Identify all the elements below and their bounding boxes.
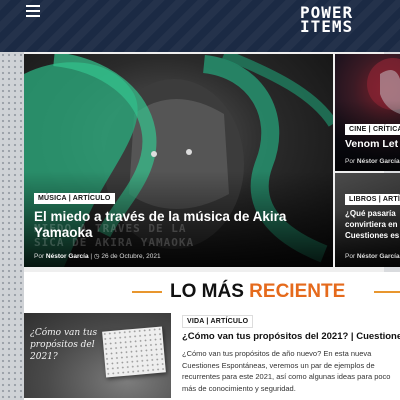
featured-article-card[interactable]: MIEDO A TRAVES DE LA SICA DE AKIRA YAMAO… (24, 54, 333, 267)
hero-author-link[interactable]: Néstor García (46, 253, 89, 260)
side-card-1-title[interactable]: Venom Let (345, 138, 398, 150)
clock-icon: ◷ (93, 253, 100, 260)
side-article-card-1[interactable]: CINE | CRÍTICA Venom Let Por Néstor Garc… (335, 54, 400, 171)
latest-section-header: LO MÁS RECIENTE (24, 272, 400, 312)
section-title: LO MÁS RECIENTE (170, 281, 346, 302)
side-card-1-category[interactable]: CINE | CRÍTICA (345, 124, 400, 135)
latest-post-title[interactable]: ¿Cómo van tus propósitos del 2021? | Cue… (182, 331, 400, 342)
left-pattern-strip (0, 52, 24, 400)
latest-post-list: ¿Cómo van tus propósitos del 2021? VIDA … (24, 312, 400, 400)
hamburger-menu-icon[interactable] (26, 5, 40, 17)
side-card-2-author[interactable]: Néstor García (357, 253, 400, 260)
site-logo[interactable]: POWER ITEMS (300, 5, 354, 36)
hero-title-link[interactable]: El miedo a través de la música de Akira … (34, 209, 329, 241)
section-rule-right (374, 291, 400, 293)
site-header: POWER ITEMS (0, 0, 400, 52)
side-card-2-category[interactable]: LIBROS | ARTÍ (345, 194, 400, 205)
side-article-card-2[interactable]: LIBROS | ARTÍ ¿Qué pasaría convirtiera e… (335, 173, 400, 267)
side-card-1-gradient (335, 54, 400, 171)
hero-meta: Por Néstor García | ◷ 26 de Octubre, 202… (34, 252, 161, 260)
side-card-1-author[interactable]: Néstor García (357, 158, 400, 165)
side-card-1-meta: Por Néstor García (345, 158, 400, 165)
logo-line-2: ITEMS (300, 17, 354, 36)
thumbnail-handwriting: ¿Cómo van tus propósitos del 2021? (30, 328, 98, 362)
section-rule-left (132, 291, 162, 293)
hero-date: 26 de Octubre, 2021 (101, 253, 161, 260)
latest-post-excerpt: ¿Cómo van tus propósitos de año nuevo? E… (182, 349, 391, 393)
thumbnail-paper (102, 326, 166, 378)
hero-category-badge[interactable]: MÚSICA | ARTÍCULO (34, 193, 115, 204)
latest-post-thumbnail[interactable]: ¿Cómo van tus propósitos del 2021? (24, 313, 171, 398)
author-prefix: Por (345, 253, 357, 260)
side-card-2-meta: Por Néstor García (345, 253, 400, 260)
author-prefix: Por (34, 253, 46, 260)
author-prefix: Por (345, 158, 357, 165)
latest-post-category[interactable]: VIDA | ARTÍCULO (182, 315, 254, 328)
side-card-2-title[interactable]: ¿Qué pasaría convirtiera en Cuestiones e… (345, 208, 400, 241)
